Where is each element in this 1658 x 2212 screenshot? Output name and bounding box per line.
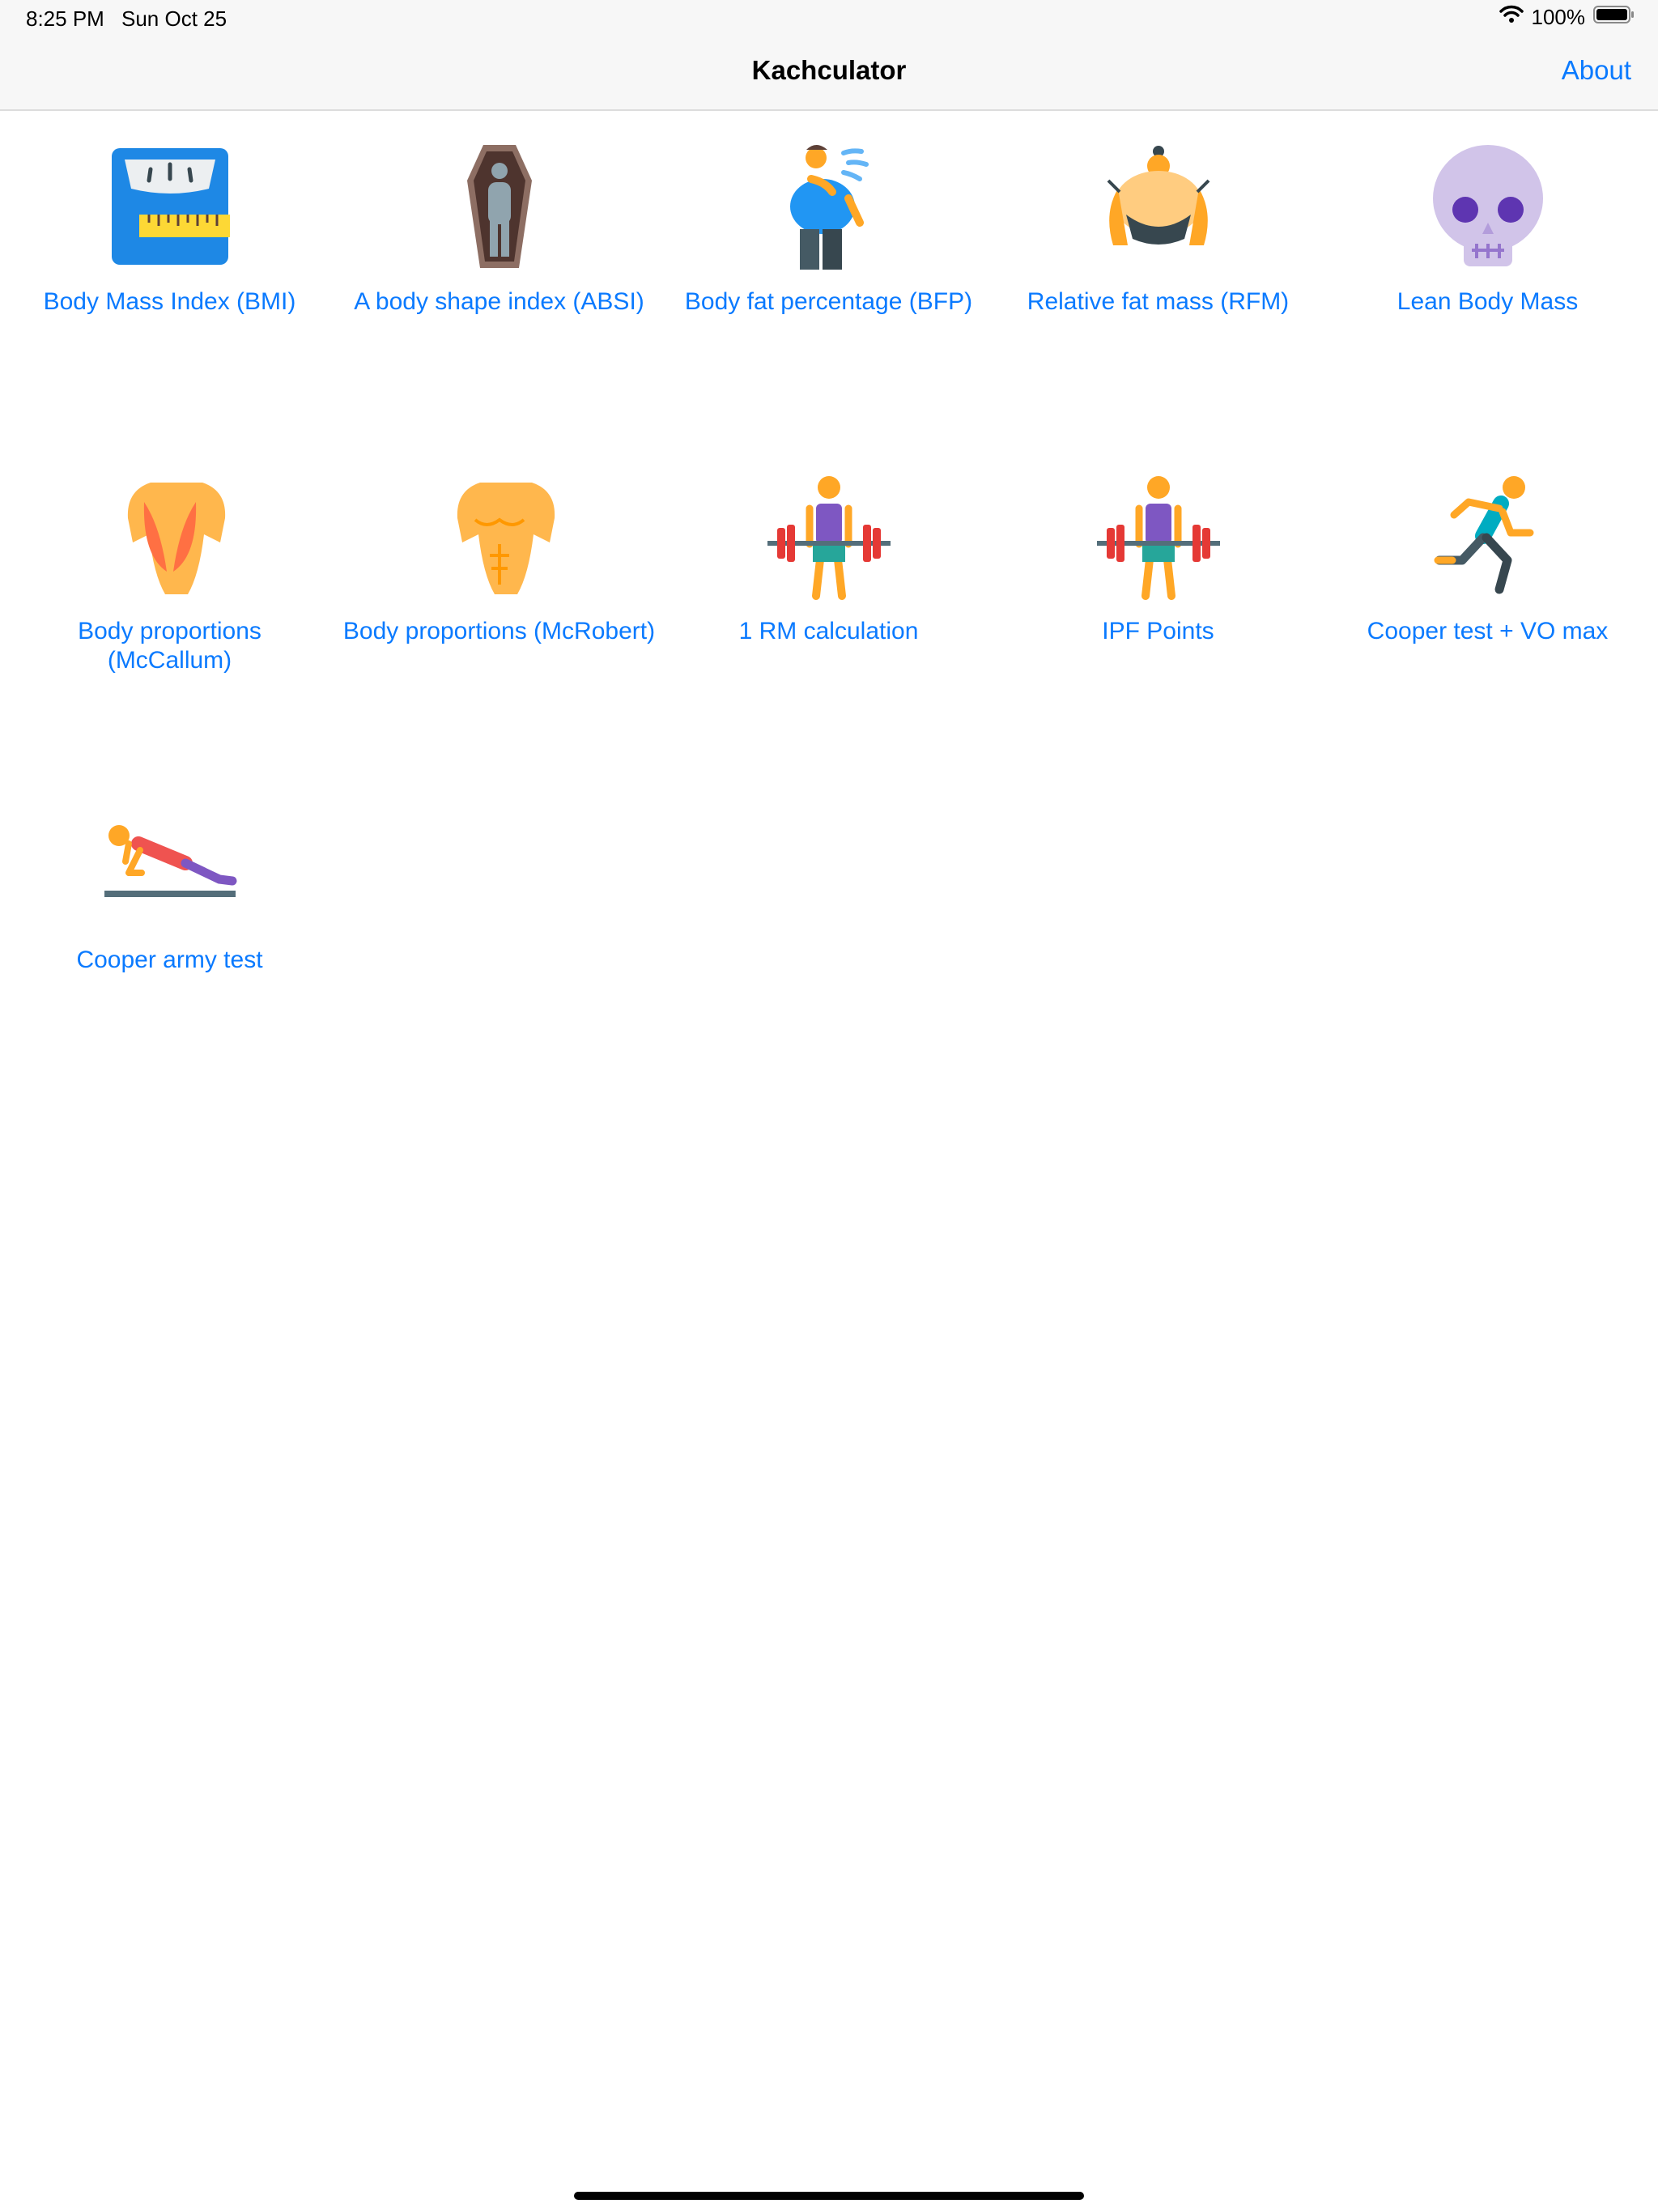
- tile-label: Body proportions (McCallum): [78, 618, 261, 674]
- tile-1rm[interactable]: 1 RM calculation: [664, 471, 993, 795]
- tile-mcrobert[interactable]: Body proportions (McRobert): [334, 471, 664, 795]
- tile-label: A body shape index (ABSI): [354, 288, 644, 315]
- wifi-icon: [1499, 5, 1524, 30]
- status-date: Sun Oct 25: [121, 6, 227, 31]
- tile-cooper-vo[interactable]: Cooper test + VO max: [1323, 471, 1652, 795]
- pushup-icon: [104, 825, 236, 897]
- runner-icon: [1434, 476, 1533, 594]
- scale-icon: [111, 148, 230, 265]
- skull-icon: [1432, 145, 1543, 266]
- torso-muscles-icon: [457, 483, 555, 594]
- tile-label: Body fat percentage (BFP): [684, 288, 973, 315]
- tile-bfp[interactable]: Body fat percentage (BFP): [664, 142, 993, 466]
- about-button[interactable]: About: [1562, 55, 1631, 86]
- coffin-icon: [466, 145, 532, 268]
- navigation-bar: Kachculator About: [0, 39, 1658, 111]
- tile-cooper-army[interactable]: Cooper army test: [5, 800, 334, 1124]
- tile-lbm[interactable]: Lean Body Mass: [1323, 142, 1652, 466]
- tile-label: 1 RM calculation: [738, 618, 919, 644]
- tile-label: Body Mass Index (BMI): [43, 288, 296, 315]
- tile-label: Body proportions (McRobert): [342, 618, 656, 644]
- tile-label: Lean Body Mass: [1397, 288, 1579, 315]
- tile-label: Cooper test + VO max: [1367, 618, 1609, 644]
- tile-label: Cooper army test: [76, 946, 263, 973]
- battery-icon: [1593, 5, 1635, 30]
- sumo-wrestler-icon: [1107, 146, 1209, 245]
- tile-rfm[interactable]: Relative fat mass (RFM): [993, 142, 1323, 466]
- home-indicator[interactable]: [574, 2192, 1084, 2200]
- tile-ipf[interactable]: IPF Points: [993, 471, 1323, 795]
- status-right: 100%: [1499, 5, 1636, 30]
- tile-bmi[interactable]: Body Mass Index (BMI): [5, 142, 334, 466]
- tile-label: IPF Points: [1102, 618, 1214, 644]
- status-bar: 8:25 PM Sun Oct 25 100%: [0, 0, 1658, 39]
- weightlifter-icon: [767, 476, 891, 600]
- battery-percent: 100%: [1531, 5, 1586, 29]
- tile-mccallum[interactable]: Body proportions (McCallum): [5, 471, 334, 795]
- page-title: Kachculator: [751, 55, 907, 85]
- tile-absi[interactable]: A body shape index (ABSI): [334, 142, 664, 466]
- back-muscles-icon: [127, 483, 225, 594]
- tile-label: Relative fat mass (RFM): [1027, 288, 1290, 315]
- weightlifter-icon: [1096, 476, 1220, 600]
- status-time: 8:25 PM: [26, 6, 104, 31]
- sweating-person-icon: [789, 145, 869, 270]
